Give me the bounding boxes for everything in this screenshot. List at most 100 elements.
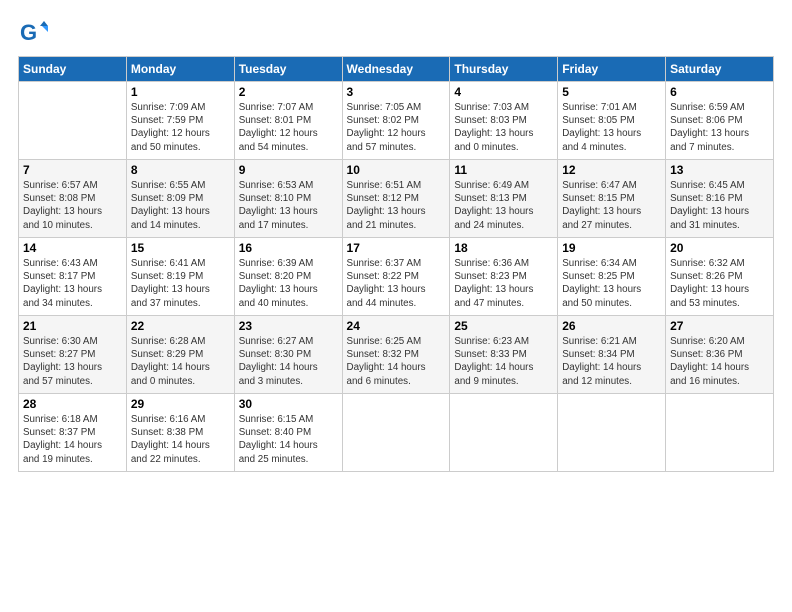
day-info: Sunrise: 6:39 AM Sunset: 8:20 PM Dayligh… [239,257,338,310]
header-row: SundayMondayTuesdayWednesdayThursdayFrid… [19,57,774,82]
calendar-cell: 7 Sunrise: 6:57 AM Sunset: 8:08 PM Daylig… [19,160,127,238]
calendar-cell: 8 Sunrise: 6:55 AM Sunset: 8:09 PM Daylig… [126,160,234,238]
calendar-cell [666,394,774,472]
day-info: Sunrise: 6:20 AM Sunset: 8:36 PM Dayligh… [670,335,769,388]
calendar-cell: 23 Sunrise: 6:27 AM Sunset: 8:30 PM Dayli… [234,316,342,394]
calendar-cell: 5 Sunrise: 7:01 AM Sunset: 8:05 PM Daylig… [558,82,666,160]
day-number: 11 [454,163,553,177]
day-header-saturday: Saturday [666,57,774,82]
day-number: 16 [239,241,338,255]
calendar-cell: 15 Sunrise: 6:41 AM Sunset: 8:19 PM Dayli… [126,238,234,316]
calendar-cell: 21 Sunrise: 6:30 AM Sunset: 8:27 PM Dayli… [19,316,127,394]
day-number: 1 [131,85,230,99]
calendar-cell: 12Sunrise: 6:47 AM Sunset: 8:15 PM Dayli… [558,160,666,238]
day-header-wednesday: Wednesday [342,57,450,82]
calendar-cell: 25 Sunrise: 6:23 AM Sunset: 8:33 PM Dayli… [450,316,558,394]
day-info: Sunrise: 6:15 AM Sunset: 8:40 PM Dayligh… [239,413,338,466]
day-info: Sunrise: 6:57 AM Sunset: 8:08 PM Dayligh… [23,179,122,232]
day-info: Sunrise: 6:32 AM Sunset: 8:26 PM Dayligh… [670,257,769,310]
calendar-cell: 29Sunrise: 6:16 AM Sunset: 8:38 PM Dayli… [126,394,234,472]
day-number: 4 [454,85,553,99]
day-number: 5 [562,85,661,99]
calendar-cell: 17Sunrise: 6:37 AM Sunset: 8:22 PM Dayli… [342,238,450,316]
calendar-cell: 28Sunrise: 6:18 AM Sunset: 8:37 PM Dayli… [19,394,127,472]
calendar-cell: 19 Sunrise: 6:34 AM Sunset: 8:25 PM Dayli… [558,238,666,316]
header: G [18,18,774,48]
day-info: Sunrise: 6:36 AM Sunset: 8:23 PM Dayligh… [454,257,553,310]
day-info: Sunrise: 6:55 AM Sunset: 8:09 PM Dayligh… [131,179,230,232]
page: G SundayMondayTuesdayWednesdayThursdayFr… [0,0,792,612]
day-info: Sunrise: 7:03 AM Sunset: 8:03 PM Dayligh… [454,101,553,154]
calendar-cell [342,394,450,472]
day-info: Sunrise: 6:21 AM Sunset: 8:34 PM Dayligh… [562,335,661,388]
calendar-cell: 1 Sunrise: 7:09 AM Sunset: 7:59 PM Daylig… [126,82,234,160]
day-info: Sunrise: 7:07 AM Sunset: 8:01 PM Dayligh… [239,101,338,154]
day-info: Sunrise: 6:16 AM Sunset: 8:38 PM Dayligh… [131,413,230,466]
day-info: Sunrise: 6:28 AM Sunset: 8:29 PM Dayligh… [131,335,230,388]
day-info: Sunrise: 6:53 AM Sunset: 8:10 PM Dayligh… [239,179,338,232]
day-header-thursday: Thursday [450,57,558,82]
calendar-cell [450,394,558,472]
calendar-cell: 22 Sunrise: 6:28 AM Sunset: 8:29 PM Dayli… [126,316,234,394]
day-info: Sunrise: 7:09 AM Sunset: 7:59 PM Dayligh… [131,101,230,154]
day-number: 2 [239,85,338,99]
day-number: 23 [239,319,338,333]
day-info: Sunrise: 6:41 AM Sunset: 8:19 PM Dayligh… [131,257,230,310]
day-header-tuesday: Tuesday [234,57,342,82]
day-number: 18 [454,241,553,255]
svg-text:G: G [20,20,37,45]
logo: G [18,18,52,48]
week-row-1: 1 Sunrise: 7:09 AM Sunset: 7:59 PM Daylig… [19,82,774,160]
day-number: 28 [23,397,122,411]
day-info: Sunrise: 6:25 AM Sunset: 8:32 PM Dayligh… [347,335,446,388]
day-info: Sunrise: 6:30 AM Sunset: 8:27 PM Dayligh… [23,335,122,388]
day-info: Sunrise: 6:59 AM Sunset: 8:06 PM Dayligh… [670,101,769,154]
logo-icon: G [18,18,48,48]
calendar-cell: 13Sunrise: 6:45 AM Sunset: 8:16 PM Dayli… [666,160,774,238]
calendar-cell: 20 Sunrise: 6:32 AM Sunset: 8:26 PM Dayli… [666,238,774,316]
day-number: 6 [670,85,769,99]
day-number: 22 [131,319,230,333]
day-header-friday: Friday [558,57,666,82]
calendar-cell: 24 Sunrise: 6:25 AM Sunset: 8:32 PM Dayli… [342,316,450,394]
week-row-4: 21 Sunrise: 6:30 AM Sunset: 8:27 PM Dayli… [19,316,774,394]
week-row-5: 28Sunrise: 6:18 AM Sunset: 8:37 PM Dayli… [19,394,774,472]
day-number: 25 [454,319,553,333]
day-number: 8 [131,163,230,177]
day-number: 14 [23,241,122,255]
day-info: Sunrise: 6:43 AM Sunset: 8:17 PM Dayligh… [23,257,122,310]
day-header-sunday: Sunday [19,57,127,82]
week-row-2: 7 Sunrise: 6:57 AM Sunset: 8:08 PM Daylig… [19,160,774,238]
day-info: Sunrise: 6:23 AM Sunset: 8:33 PM Dayligh… [454,335,553,388]
day-number: 30 [239,397,338,411]
day-number: 19 [562,241,661,255]
calendar-cell: 26Sunrise: 6:21 AM Sunset: 8:34 PM Dayli… [558,316,666,394]
day-number: 10 [347,163,446,177]
day-info: Sunrise: 6:47 AM Sunset: 8:15 PM Dayligh… [562,179,661,232]
week-row-3: 14 Sunrise: 6:43 AM Sunset: 8:17 PM Dayli… [19,238,774,316]
day-number: 7 [23,163,122,177]
calendar-cell: 11Sunrise: 6:49 AM Sunset: 8:13 PM Dayli… [450,160,558,238]
day-number: 15 [131,241,230,255]
calendar-cell: 10 Sunrise: 6:51 AM Sunset: 8:12 PM Dayli… [342,160,450,238]
calendar-cell: 18 Sunrise: 6:36 AM Sunset: 8:23 PM Dayli… [450,238,558,316]
day-number: 21 [23,319,122,333]
day-number: 27 [670,319,769,333]
calendar-cell: 16 Sunrise: 6:39 AM Sunset: 8:20 PM Dayli… [234,238,342,316]
calendar-cell [558,394,666,472]
day-info: Sunrise: 6:27 AM Sunset: 8:30 PM Dayligh… [239,335,338,388]
day-info: Sunrise: 7:05 AM Sunset: 8:02 PM Dayligh… [347,101,446,154]
day-number: 17 [347,241,446,255]
day-info: Sunrise: 6:45 AM Sunset: 8:16 PM Dayligh… [670,179,769,232]
day-number: 24 [347,319,446,333]
calendar-cell: 14 Sunrise: 6:43 AM Sunset: 8:17 PM Dayli… [19,238,127,316]
calendar-table: SundayMondayTuesdayWednesdayThursdayFrid… [18,56,774,472]
calendar-cell [19,82,127,160]
day-info: Sunrise: 6:51 AM Sunset: 8:12 PM Dayligh… [347,179,446,232]
day-number: 20 [670,241,769,255]
day-info: Sunrise: 6:34 AM Sunset: 8:25 PM Dayligh… [562,257,661,310]
day-info: Sunrise: 7:01 AM Sunset: 8:05 PM Dayligh… [562,101,661,154]
day-number: 3 [347,85,446,99]
calendar-cell: 4 Sunrise: 7:03 AM Sunset: 8:03 PM Daylig… [450,82,558,160]
day-number: 9 [239,163,338,177]
